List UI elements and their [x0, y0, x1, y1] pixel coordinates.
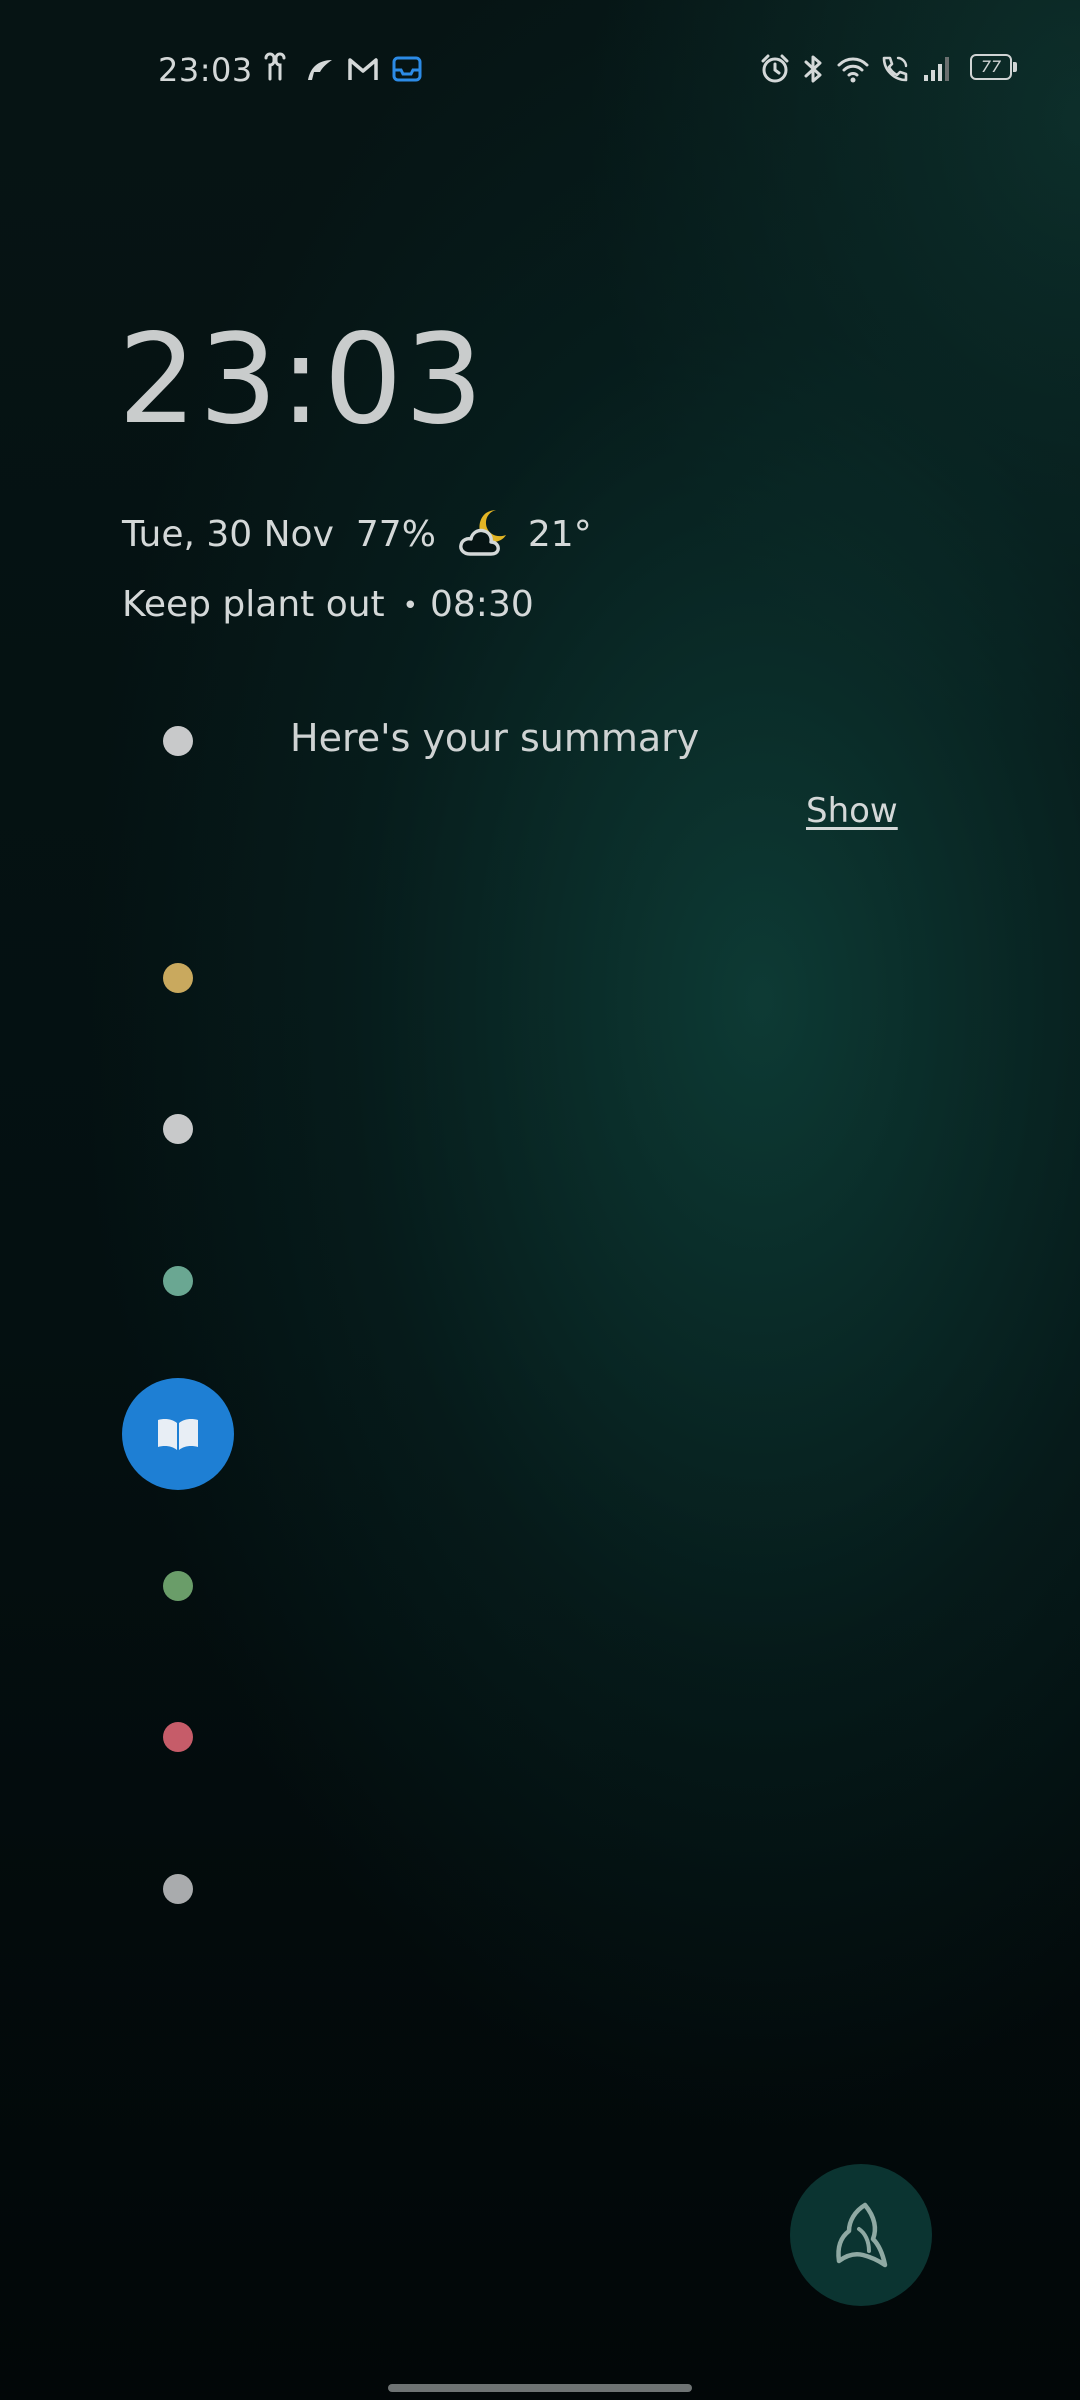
signal-icon — [920, 52, 954, 86]
gesture-nav-handle[interactable] — [388, 2384, 692, 2392]
lockscreen-clock: 23:03 — [118, 308, 486, 452]
bluetooth-icon — [796, 52, 830, 86]
earbuds-icon — [258, 52, 292, 86]
feather-app-icon — [302, 52, 336, 86]
active-notification-bubble[interactable] — [122, 1378, 234, 1490]
notification-dot-teal[interactable] — [163, 1266, 193, 1296]
date-weather-line: Tue, 30 Nov 77% 21° — [122, 508, 592, 560]
reminder-line[interactable]: Keep plant out • 08:30 — [122, 580, 534, 631]
lockscreen-shortcut-button[interactable] — [790, 2164, 932, 2306]
app-shortcut-icon — [836, 2202, 888, 2268]
reminder-time: 08:30 — [430, 584, 534, 625]
battery-tip — [1013, 62, 1017, 72]
notification-dot-white-2[interactable] — [163, 1114, 193, 1144]
wifi-icon — [836, 52, 870, 86]
notification-dot-red[interactable] — [163, 1722, 193, 1752]
battery-icon: 77 — [970, 54, 1018, 82]
book-icon — [158, 1419, 198, 1450]
status-bar: 23:03 77 — [0, 0, 1080, 140]
battery-percent-text: 77% — [355, 513, 436, 555]
gmail-icon — [346, 52, 380, 86]
summary-title: Here's your summary — [290, 716, 700, 760]
show-summary-button[interactable]: Show — [806, 788, 898, 834]
notification-dot-grey[interactable] — [163, 1874, 193, 1904]
status-time: 23:03 — [158, 51, 253, 89]
inbox-icon — [390, 52, 424, 86]
wifi-calling-icon — [878, 52, 912, 86]
alarm-icon — [758, 52, 792, 86]
battery-level: 77 — [980, 57, 1002, 76]
notification-dot-yellow[interactable] — [163, 963, 193, 993]
reminder-text: Keep plant out — [122, 584, 385, 625]
notification-dot-white[interactable] — [163, 726, 193, 756]
temperature-text: 21° — [527, 513, 592, 555]
date-text: Tue, 30 Nov — [122, 513, 334, 555]
cloud-moon-icon — [456, 504, 516, 564]
reminder-bullet: • — [402, 591, 418, 621]
notification-dot-green[interactable] — [163, 1571, 193, 1601]
